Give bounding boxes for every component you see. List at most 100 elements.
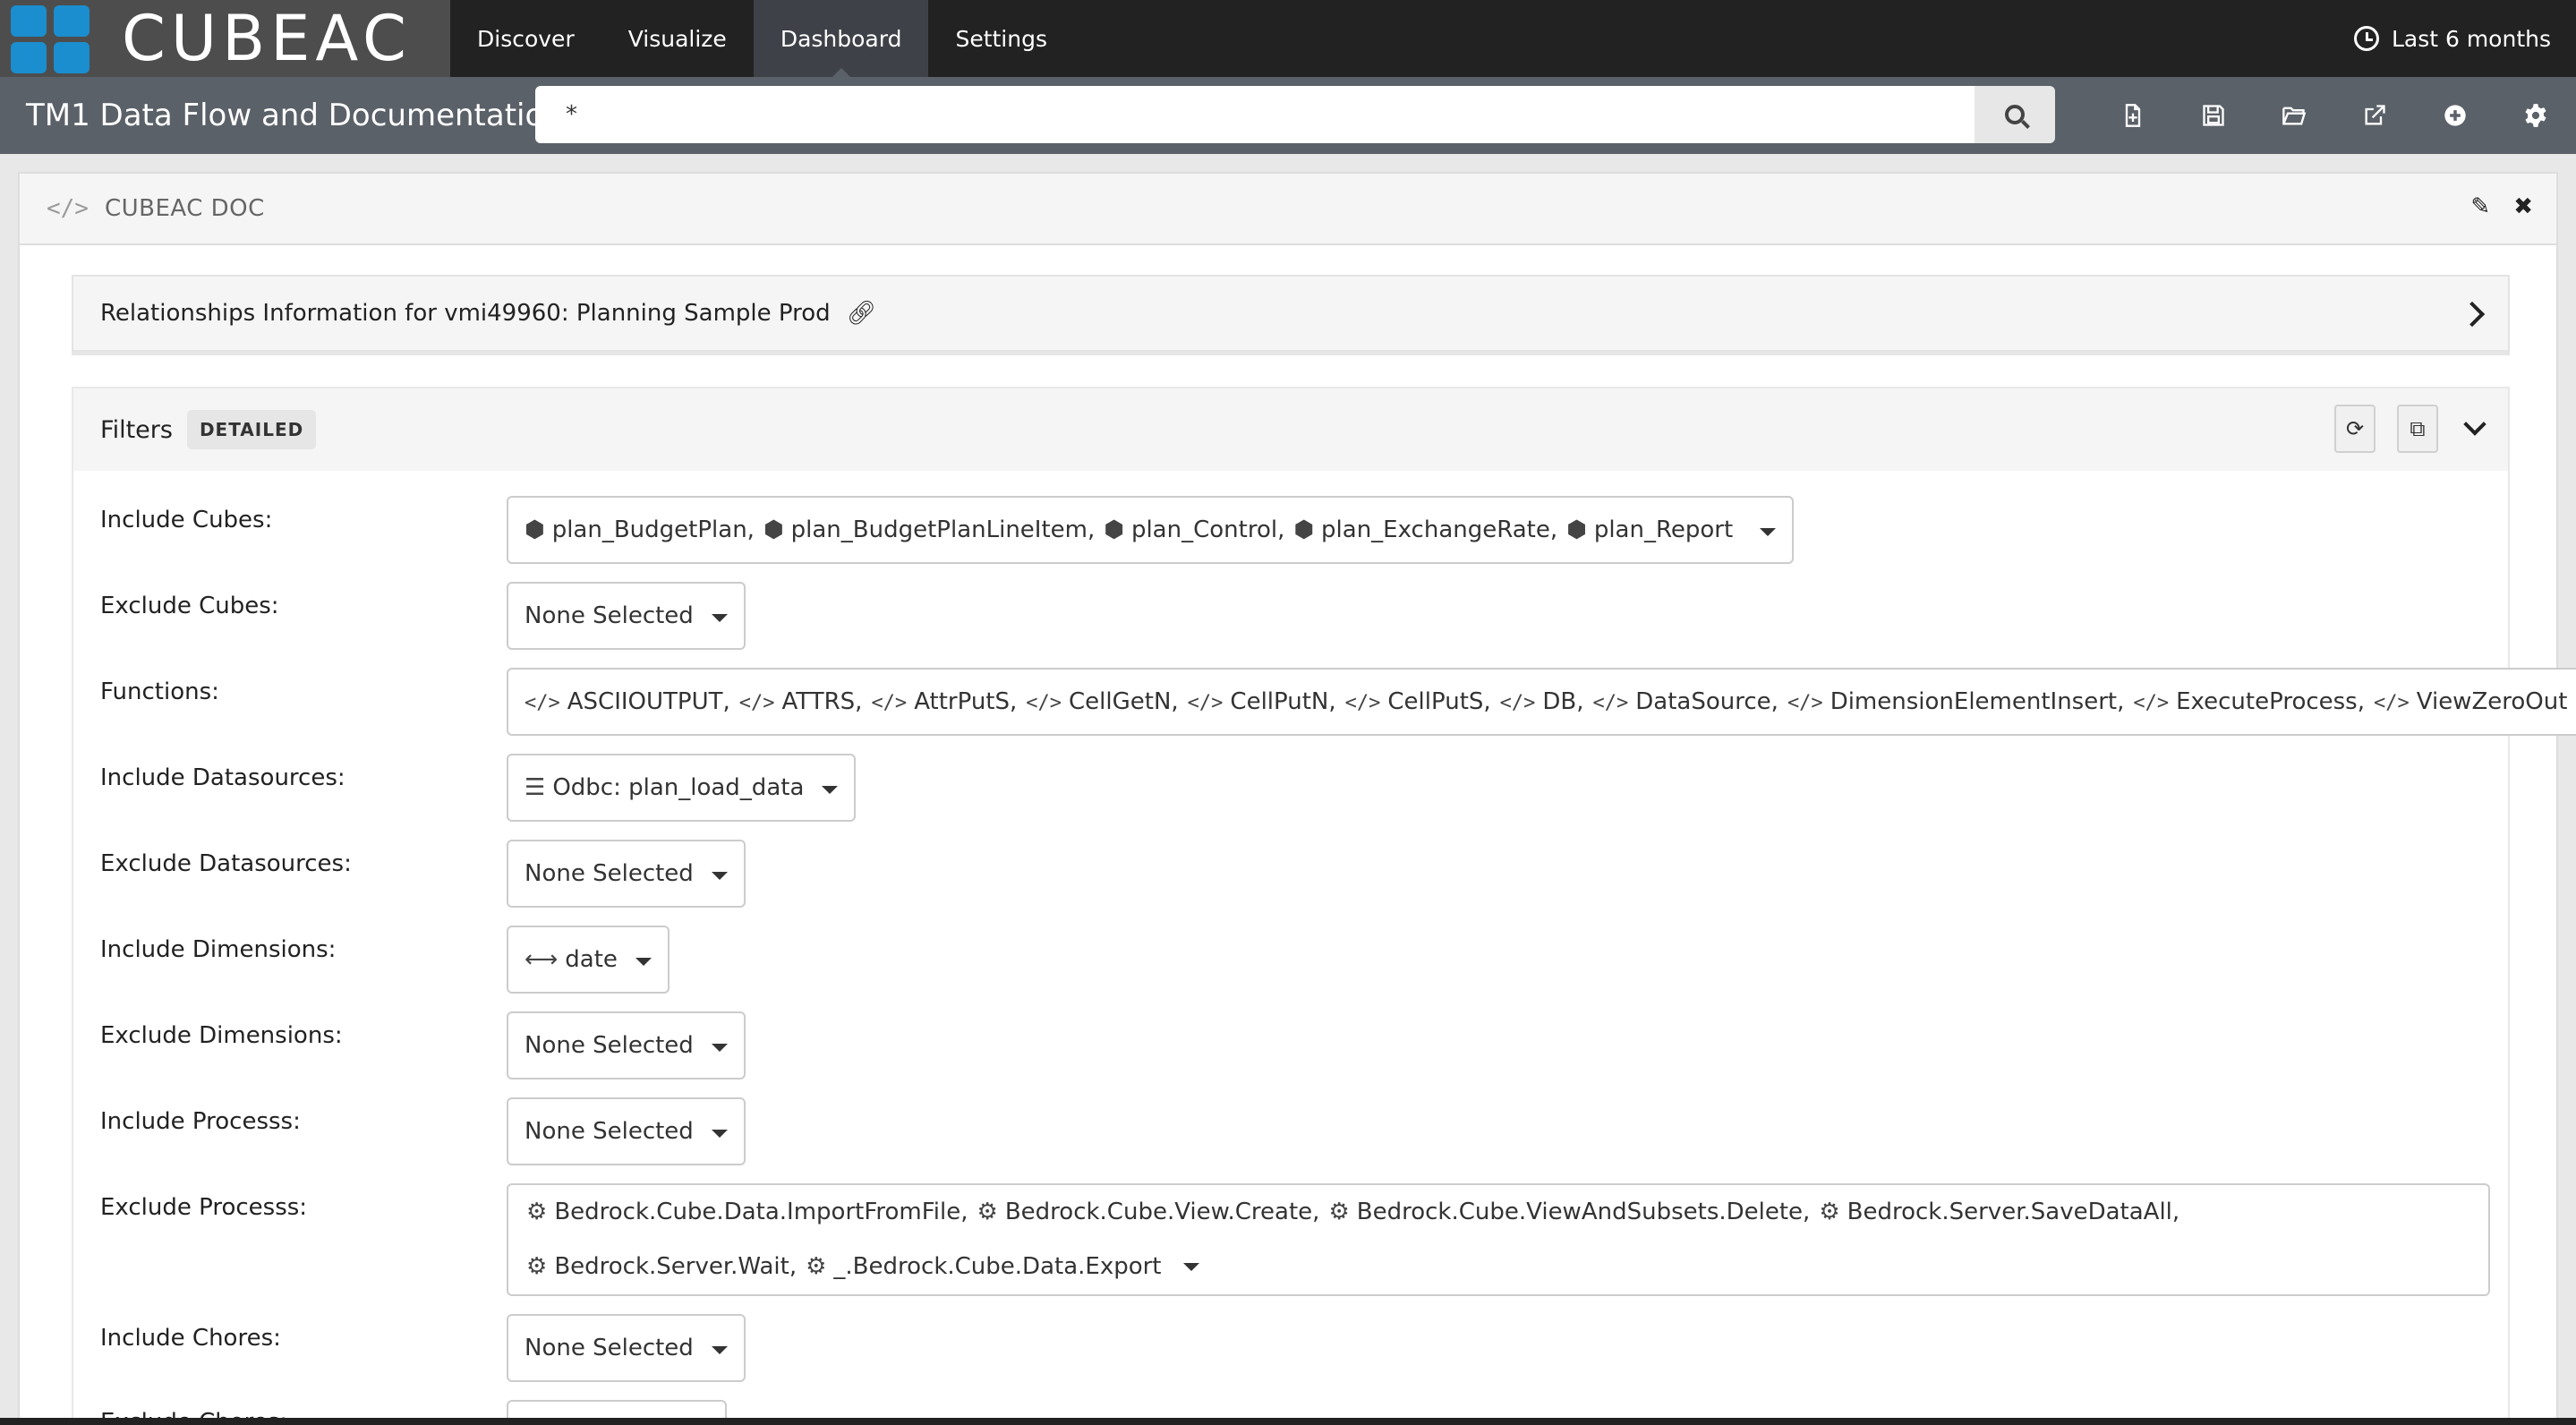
caret-down-icon bbox=[635, 958, 652, 966]
function-item: CellGetN, bbox=[1069, 688, 1179, 715]
function-item: DataSource, bbox=[1635, 688, 1778, 715]
caret-down-icon bbox=[822, 786, 839, 794]
code-icon: </> bbox=[1787, 692, 1823, 714]
include-chores-label: Include Chores: bbox=[100, 1325, 281, 1352]
function-item: CellPutS, bbox=[1387, 688, 1491, 715]
relationships-section[interactable]: Relationships Information for vmi49960: … bbox=[72, 275, 2510, 352]
include-dimensions-select[interactable]: ⟷ date bbox=[507, 926, 670, 994]
database-icon: ☰ bbox=[525, 774, 546, 801]
exclude-datasources-label: Exclude Datasources: bbox=[100, 850, 352, 877]
edit-pencil-icon[interactable]: ✎ bbox=[2470, 193, 2490, 220]
panel-header: </> CUBEAC DOC ✎ ✖ bbox=[20, 174, 2556, 245]
caret-down-icon bbox=[1182, 1263, 1199, 1271]
top-navbar: CUBEAC Discover Visualize Dashboard Sett… bbox=[0, 0, 2576, 77]
function-item: ASCIIOUTPUT, bbox=[567, 688, 730, 715]
add-panel-button[interactable] bbox=[2415, 77, 2495, 154]
code-icon: </> bbox=[1499, 692, 1536, 714]
filters-actions: ⟳ ⧉ bbox=[2334, 405, 2486, 453]
functions-select[interactable]: </> ASCIIOUTPUT, </> ATTRS, </> AttrPutS, <… bbox=[507, 668, 2576, 736]
function-item: ATTRS, bbox=[781, 688, 863, 715]
code-icon: </> bbox=[1026, 692, 1062, 714]
cube-item: plan_Control, bbox=[1130, 516, 1285, 543]
caret-down-icon bbox=[711, 614, 728, 622]
cube-item: plan_BudgetPlan, bbox=[551, 516, 755, 543]
arrows-horizontal-icon: ⟷ bbox=[525, 946, 559, 973]
close-icon[interactable]: ✖ bbox=[2513, 193, 2533, 220]
function-item: AttrPutS, bbox=[914, 688, 1018, 715]
include-processes-select[interactable]: None Selected bbox=[507, 1097, 746, 1165]
code-icon: </> bbox=[2133, 692, 2170, 714]
cube-icon: ⬢ bbox=[1104, 516, 1124, 543]
search-button[interactable] bbox=[1975, 86, 2055, 143]
include-chores-select[interactable]: None Selected bbox=[507, 1314, 746, 1382]
nav-settings[interactable]: Settings bbox=[928, 0, 1074, 77]
exclude-dimensions-select[interactable]: None Selected bbox=[507, 1011, 746, 1079]
gear-icon: ⚙ bbox=[1819, 1199, 1840, 1225]
gear-icon: ⚙ bbox=[526, 1253, 548, 1280]
save-dashboard-button[interactable] bbox=[2173, 77, 2254, 154]
open-dashboard-button[interactable] bbox=[2254, 77, 2334, 154]
exclude-processes-label: Exclude Processs: bbox=[100, 1194, 308, 1221]
include-cubes-label: Include Cubes: bbox=[100, 507, 273, 533]
select-value: None Selected bbox=[525, 860, 694, 887]
exclude-processes-select[interactable]: ⚙ Bedrock.Cube.Data.ImportFromFile, ⚙ Bedr… bbox=[507, 1183, 2490, 1296]
panel-title: CUBEAC DOC bbox=[104, 195, 265, 222]
exclude-datasources-select[interactable]: None Selected bbox=[507, 840, 746, 908]
exclude-dimensions-label: Exclude Dimensions: bbox=[100, 1022, 343, 1049]
process-item: Bedrock.Cube.ViewAndSubsets.Delete, bbox=[1356, 1199, 1811, 1225]
new-dashboard-button[interactable] bbox=[2093, 77, 2173, 154]
cube-item: plan_BudgetPlanLineItem, bbox=[790, 516, 1096, 543]
window-bottom-edge bbox=[0, 1418, 2576, 1425]
brand[interactable]: CUBEAC bbox=[0, 0, 450, 77]
dashboard-header: TM1 Data Flow and Documentation bbox=[0, 77, 2576, 154]
include-dimensions-label: Include Dimensions: bbox=[100, 936, 337, 963]
exclude-cubes-label: Exclude Cubes: bbox=[100, 593, 279, 619]
cube-item: plan_Report bbox=[1593, 516, 1734, 543]
functions-label: Functions: bbox=[100, 678, 219, 705]
time-filter-label: Last 6 months bbox=[2391, 25, 2551, 52]
chevron-down-icon[interactable] bbox=[2463, 413, 2486, 436]
code-icon: </> bbox=[1344, 692, 1381, 714]
caret-down-icon bbox=[711, 1346, 728, 1354]
code-icon: </> bbox=[1187, 692, 1224, 714]
code-icon: </> bbox=[525, 692, 560, 714]
include-datasources-label: Include Datasources: bbox=[100, 764, 345, 791]
select-value: None Selected bbox=[525, 1118, 694, 1145]
exclude-cubes-select[interactable]: None Selected bbox=[507, 582, 746, 650]
nav-visualize[interactable]: Visualize bbox=[601, 0, 754, 77]
code-icon: </> bbox=[1592, 692, 1629, 714]
nav-dashboard[interactable]: Dashboard bbox=[753, 0, 929, 77]
code-icon: </> bbox=[2374, 692, 2410, 714]
function-item: CellPutN, bbox=[1230, 688, 1336, 715]
dashboard-settings-button[interactable] bbox=[2495, 77, 2576, 154]
link-icon[interactable]: 🔗︎ bbox=[847, 300, 876, 327]
detailed-badge[interactable]: DETAILED bbox=[186, 410, 317, 449]
process-item: Bedrock.Cube.View.Create, bbox=[1004, 1199, 1320, 1225]
share-icon bbox=[2365, 105, 2385, 125]
code-icon: </> bbox=[871, 692, 908, 714]
caret-down-icon bbox=[711, 872, 728, 880]
search-input[interactable] bbox=[535, 86, 1975, 143]
clipboard-icon: ⧉ bbox=[2410, 416, 2426, 441]
include-datasources-select[interactable]: ☰ Odbc: plan_load_data bbox=[507, 754, 857, 822]
caret-down-icon bbox=[1760, 528, 1777, 536]
include-processes-label: Include Processs: bbox=[100, 1108, 301, 1135]
copy-button[interactable]: ⧉ bbox=[2397, 405, 2438, 453]
select-value: date bbox=[565, 946, 618, 973]
share-dashboard-button[interactable] bbox=[2334, 77, 2415, 154]
filters-header: Filters DETAILED ⟳ ⧉ bbox=[73, 388, 2508, 471]
chevron-right-icon[interactable] bbox=[2459, 301, 2486, 328]
search-bar bbox=[535, 86, 2055, 143]
brand-name: CUBEAC bbox=[122, 2, 412, 75]
select-value: None Selected bbox=[525, 1032, 694, 1059]
nav-discover[interactable]: Discover bbox=[450, 0, 601, 77]
function-item: DimensionElementInsert, bbox=[1830, 688, 2125, 715]
new-dashboard-icon bbox=[2125, 104, 2141, 127]
process-item: Bedrock.Server.Wait, bbox=[554, 1253, 798, 1280]
time-filter[interactable]: Last 6 months bbox=[2353, 0, 2576, 77]
gear-icon: ⚙ bbox=[526, 1199, 548, 1225]
refresh-button[interactable]: ⟳ bbox=[2334, 405, 2376, 453]
select-value: None Selected bbox=[525, 1335, 694, 1361]
include-cubes-select[interactable]: ⬢ plan_BudgetPlan, ⬢ plan_BudgetPlanLineIt… bbox=[507, 496, 1795, 564]
